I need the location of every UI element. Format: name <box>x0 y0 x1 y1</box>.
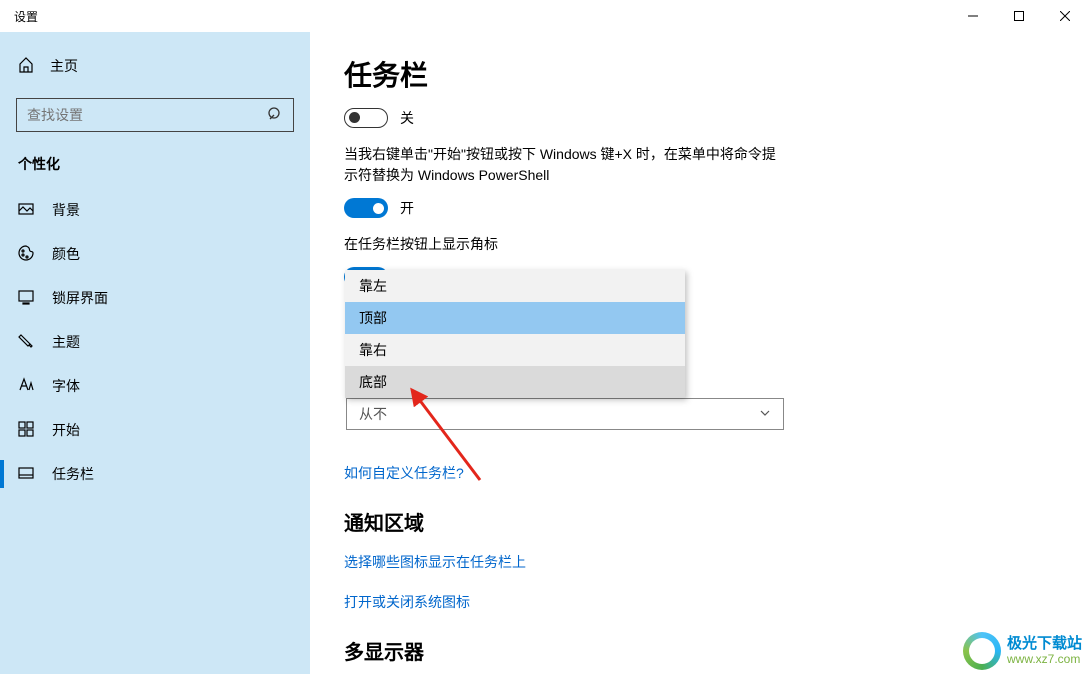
title-bar: 设置 <box>0 0 1088 32</box>
chevron-down-icon <box>759 406 771 422</box>
sidebar-item-lockscreen[interactable]: 锁屏界面 <box>0 276 310 320</box>
search-icon <box>267 106 283 125</box>
lockscreen-icon <box>18 289 34 308</box>
sidebar-item-background[interactable]: 背景 <box>0 188 310 232</box>
toggle-lock-taskbar[interactable] <box>344 108 388 128</box>
sidebar-item-label: 背景 <box>52 200 80 220</box>
search-field[interactable] <box>27 107 267 123</box>
section-multidisplay: 多显示器 <box>344 636 1054 665</box>
taskbar-icon <box>18 465 34 484</box>
search-input[interactable] <box>16 98 294 132</box>
badge-desc: 在任务栏按钮上显示角标 <box>344 234 784 255</box>
watermark-logo <box>963 632 1001 670</box>
toggle-powershell[interactable] <box>344 198 388 218</box>
sidebar-item-theme[interactable]: 主题 <box>0 320 310 364</box>
window-controls <box>950 0 1088 32</box>
sidebar-item-label: 锁屏界面 <box>52 288 108 308</box>
start-icon <box>18 421 34 440</box>
sidebar-item-taskbar[interactable]: 任务栏 <box>0 452 310 496</box>
sidebar-item-label: 颜色 <box>52 244 80 264</box>
window-title: 设置 <box>14 8 38 25</box>
home-link[interactable]: 主页 <box>0 48 310 84</box>
sidebar-item-label: 字体 <box>52 376 80 396</box>
dropdown-option-right[interactable]: 靠右 <box>345 334 685 366</box>
home-label: 主页 <box>50 56 78 76</box>
select-value: 从不 <box>359 404 387 424</box>
dropdown-option-top[interactable]: 顶部 <box>345 302 685 334</box>
palette-icon <box>18 245 34 264</box>
sidebar-item-label: 主题 <box>52 332 80 352</box>
taskbar-position-dropdown: 靠左 顶部 靠右 底部 <box>345 270 685 398</box>
section-notification: 通知区域 <box>344 507 1054 536</box>
category-label: 个性化 <box>0 150 310 188</box>
sidebar-item-label: 任务栏 <box>52 464 94 484</box>
sidebar-item-start[interactable]: 开始 <box>0 408 310 452</box>
image-icon <box>18 201 34 220</box>
watermark: 极光下载站 www.xz7.com <box>963 632 1082 670</box>
link-customize-taskbar[interactable]: 如何自定义任务栏? <box>344 463 1054 483</box>
link-select-icons[interactable]: 选择哪些图标显示在任务栏上 <box>344 552 1054 572</box>
sidebar-item-label: 开始 <box>52 420 80 440</box>
theme-icon <box>18 333 34 352</box>
minimize-button[interactable] <box>950 0 996 32</box>
combine-buttons-select[interactable]: 从不 <box>346 398 784 430</box>
watermark-url: www.xz7.com <box>1007 653 1082 666</box>
dropdown-option-left[interactable]: 靠左 <box>345 270 685 302</box>
toggle-label: 开 <box>400 198 414 218</box>
sidebar: 主页 个性化 背景 颜色 锁屏界面 主题 字体 开始 <box>0 32 310 674</box>
font-icon <box>18 377 34 396</box>
page-title: 任务栏 <box>344 54 1054 94</box>
watermark-name: 极光下载站 <box>1007 636 1082 653</box>
toggle-label: 关 <box>400 108 414 128</box>
sidebar-item-font[interactable]: 字体 <box>0 364 310 408</box>
close-button[interactable] <box>1042 0 1088 32</box>
maximize-button[interactable] <box>996 0 1042 32</box>
dropdown-option-bottom[interactable]: 底部 <box>345 366 685 398</box>
link-system-icons[interactable]: 打开或关闭系统图标 <box>344 592 1054 612</box>
sidebar-item-color[interactable]: 颜色 <box>0 232 310 276</box>
home-icon <box>18 57 34 76</box>
powershell-desc: 当我右键单击"开始"按钮或按下 Windows 键+X 时，在菜单中将命令提示符… <box>344 144 784 186</box>
